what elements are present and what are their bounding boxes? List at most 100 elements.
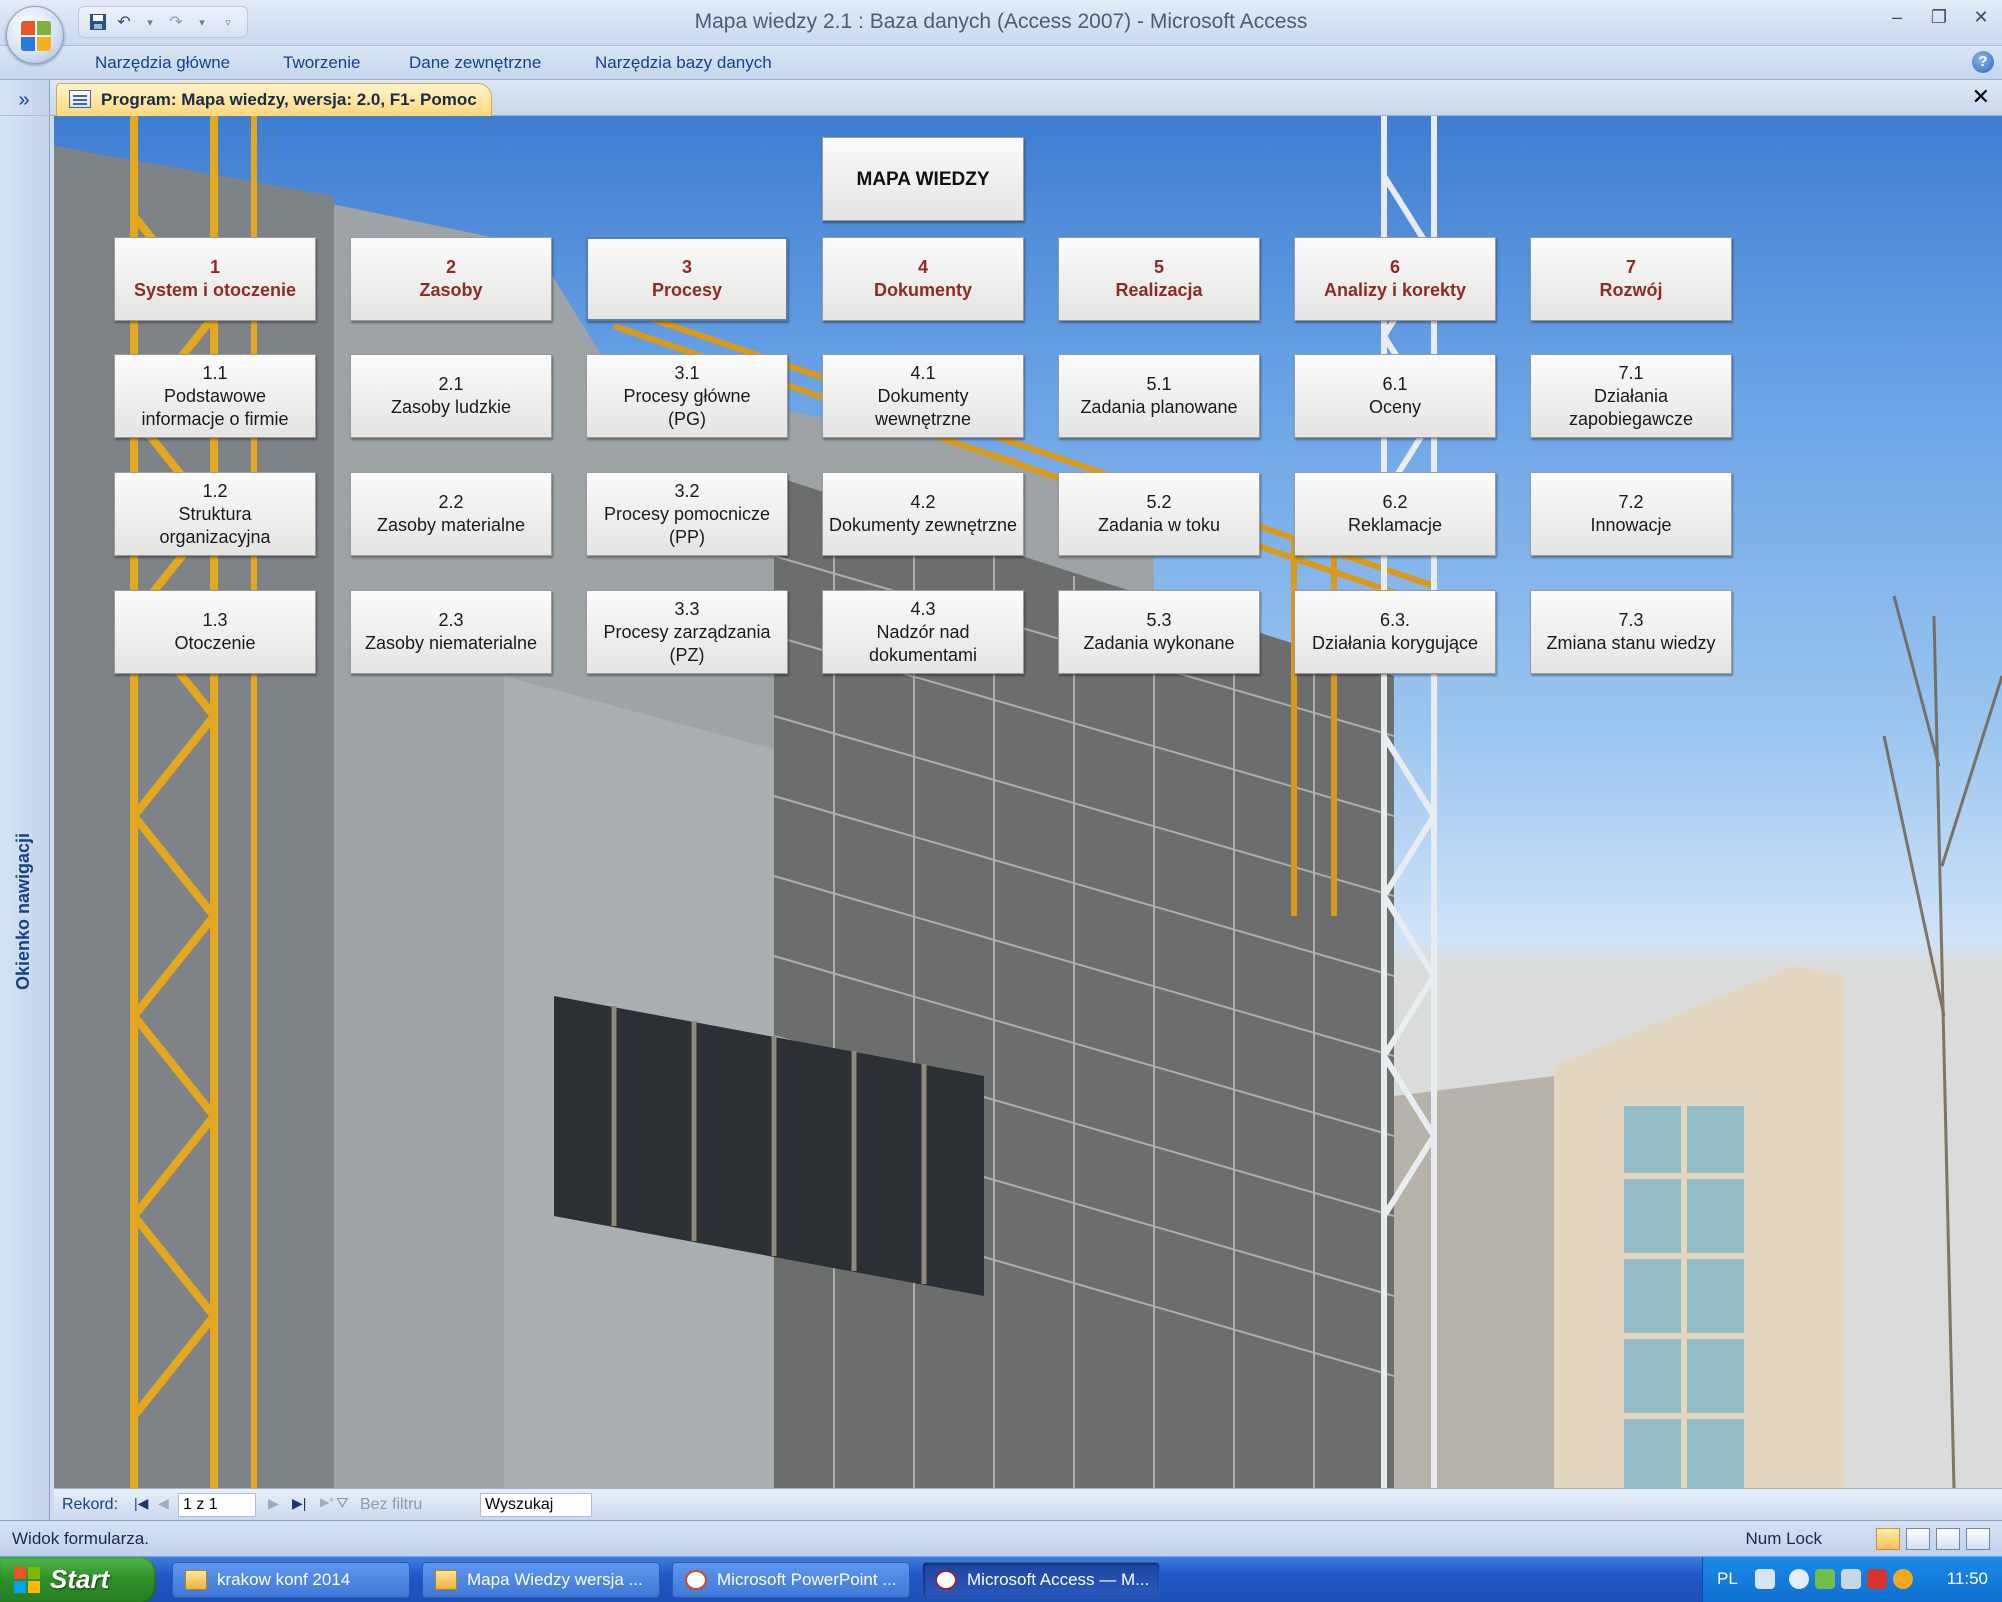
subcategory-button-1-1[interactable]: 1.1 Podstawowe informacje o firmie [114,354,316,438]
layout-view-icon[interactable] [1936,1528,1960,1550]
category-button-6[interactable]: 6 Analizy i korekty [1294,237,1496,321]
subcategory-button-1-3[interactable]: 1.3 Otoczenie [114,590,316,674]
document-tab[interactable]: Program: Mapa wiedzy, wersja: 2.0, F1- P… [56,83,492,116]
clock: 11:50 [1946,1569,1988,1588]
minimize-button[interactable]: – [1886,6,1908,28]
taskbar-item-access[interactable]: Microsoft Access — M... [922,1562,1160,1598]
button-label: Dokumenty [873,280,972,300]
alert-icon[interactable] [1893,1569,1913,1589]
subcategory-button-4-1[interactable]: 4.1 Dokumenty wewnętrzne [822,354,1024,438]
subcategory-button-6-3[interactable]: 6.3. Działania korygujące [1294,590,1496,674]
start-button[interactable]: Start [0,1557,156,1602]
subcategory-button-3-3[interactable]: 3.3 Procesy zarządzania (PZ) [586,590,788,674]
close-button[interactable]: ✕ [1970,6,1992,28]
taskbar: Start krakow konf 2014 Mapa Wiedzy wersj… [0,1556,2002,1602]
subcategory-button-7-3[interactable]: 7.3 Zmiana stanu wiedzy [1530,590,1732,674]
taskbar-item-krakow-konf[interactable]: krakow konf 2014 [172,1562,410,1598]
category-button-5[interactable]: 5 Realizacja [1058,237,1260,321]
button-label: Nadzór nad [876,621,970,642]
first-record-button[interactable]: |◀ [134,1495,148,1512]
tray-arrow-icon[interactable] [1789,1569,1809,1589]
button-label: 6.1 [1382,374,1408,394]
button-label: Procesy główne [623,385,751,406]
button-label: 4.2 [910,492,936,512]
subcategory-button-3-1[interactable]: 3.1 Procesy główne (PG) [586,354,788,438]
button-label: 3 [681,257,692,277]
subcategory-button-5-3[interactable]: 5.3 Zadania wykonane [1058,590,1260,674]
button-label: Zadania planowane [1080,397,1238,417]
construction-site-background [54,116,2002,1488]
subcategory-button-6-2[interactable]: 6.2 Reklamacje [1294,472,1496,556]
subcategory-button-2-2[interactable]: 2.2 Zasoby materialne [350,472,552,556]
button-label: Procesy pomocnicze [603,503,771,524]
button-label: 3.3 [674,598,700,619]
button-label: 5.1 [1146,374,1172,394]
next-record-button[interactable]: ▶ [268,1495,279,1512]
help-icon[interactable]: ? [1972,51,1994,73]
previous-record-button[interactable]: ◀ [158,1495,169,1512]
new-record-button[interactable]: ▶* [320,1495,334,1509]
subcategory-button-4-2[interactable]: 4.2 Dokumenty zewnętrzne [822,472,1024,556]
office-button[interactable] [6,6,64,64]
button-label: 6.2 [1382,492,1408,512]
tab-narzedzia-glowne[interactable]: Narzędzia główne [95,53,230,73]
button-label: Procesy zarządzania [603,621,771,642]
search-input[interactable]: Wyszukaj [480,1493,592,1517]
subcategory-button-5-1[interactable]: 5.1 Zadania planowane [1058,354,1260,438]
nav-pane-toggle-button[interactable]: » [0,84,48,116]
network-icon[interactable] [1815,1569,1835,1589]
subcategory-button-2-1[interactable]: 2.1 Zasoby ludzkie [350,354,552,438]
tab-dane-zewnetrzne[interactable]: Dane zewnętrzne [409,53,541,73]
tab-narzedzia-bazy-danych[interactable]: Narzędzia bazy danych [595,53,772,73]
subcategory-button-7-1[interactable]: 7.1 Działania zapobiegawcze [1530,354,1732,438]
button-label: Zasoby ludzkie [390,397,512,417]
window-title: Mapa wiedzy 2.1 : Baza danych (Access 20… [694,10,1308,33]
access-icon [935,1570,957,1590]
category-button-1[interactable]: 1 System i otoczenie [114,237,316,321]
security-icon[interactable] [1867,1569,1887,1589]
subcategory-button-6-1[interactable]: 6.1 Oceny [1294,354,1496,438]
keyboard-icon[interactable] [1755,1569,1775,1589]
category-button-4[interactable]: 4 Dokumenty [822,237,1024,321]
taskbar-item-powerpoint[interactable]: Microsoft PowerPoint ... [672,1562,910,1598]
subcategory-button-2-3[interactable]: 2.3 Zasoby niematerialne [350,590,552,674]
record-label: Rekord: [62,1496,119,1513]
subcategory-button-1-2[interactable]: 1.2 Struktura organizacyjna [114,472,316,556]
button-label: Oceny [1368,397,1422,417]
category-button-2[interactable]: 2 Zasoby [350,237,552,321]
category-button-7[interactable]: 7 Rozwój [1530,237,1732,321]
button-label: Otoczenie [174,633,256,653]
last-record-button[interactable]: ▶| [292,1495,306,1512]
form-view-icon[interactable] [1876,1528,1900,1550]
button-label: 5 [1153,257,1164,277]
button-label: (PP) [669,526,705,547]
restore-button[interactable]: ❐ [1928,6,1950,28]
display-icon[interactable] [1841,1569,1861,1589]
button-label: organizacyjna [159,526,271,547]
filter-toggle[interactable]: Bez filtru [360,1496,422,1514]
language-indicator[interactable]: PL [1717,1569,1738,1589]
button-label: zapobiegawcze [1568,408,1694,429]
nav-pane-label[interactable]: Okienko nawigacji [13,833,34,990]
funnel-icon: ⛛ [336,1495,349,1512]
taskbar-item-mapa-wiedzy[interactable]: Mapa Wiedzy wersja ... [422,1562,660,1598]
close-document-button[interactable]: ✕ [1972,84,1990,110]
mapa-wiedzy-button[interactable]: MAPA WIEDZY [822,137,1024,221]
subcategory-button-4-3[interactable]: 4.3 Nadzór nad dokumentami [822,590,1024,674]
numlock-indicator: Num Lock [1745,1529,1822,1548]
button-label: 7.2 [1618,492,1644,512]
document-tab-label: Program: Mapa wiedzy, wersja: 2.0, F1- P… [101,90,477,109]
tab-tworzenie[interactable]: Tworzenie [283,53,360,73]
button-label: 4 [917,257,928,277]
category-button-3[interactable]: 3 Procesy [586,237,788,321]
button-label: Procesy [651,280,723,300]
datasheet-view-icon[interactable] [1906,1528,1930,1550]
record-number-input[interactable]: 1 z 1 [178,1493,256,1517]
subcategory-button-7-2[interactable]: 7.2 Innowacje [1530,472,1732,556]
subcategory-button-5-2[interactable]: 5.2 Zadania w toku [1058,472,1260,556]
subcategory-button-3-2[interactable]: 3.2 Procesy pomocnicze (PP) [586,472,788,556]
button-label: Podstawowe [163,385,267,406]
form-area: MAPA WIEDZY 1 System i otoczenie 1.1 Podstaw… [54,116,2002,1488]
design-view-icon[interactable] [1966,1528,1990,1550]
button-label: 1.2 [202,480,228,501]
